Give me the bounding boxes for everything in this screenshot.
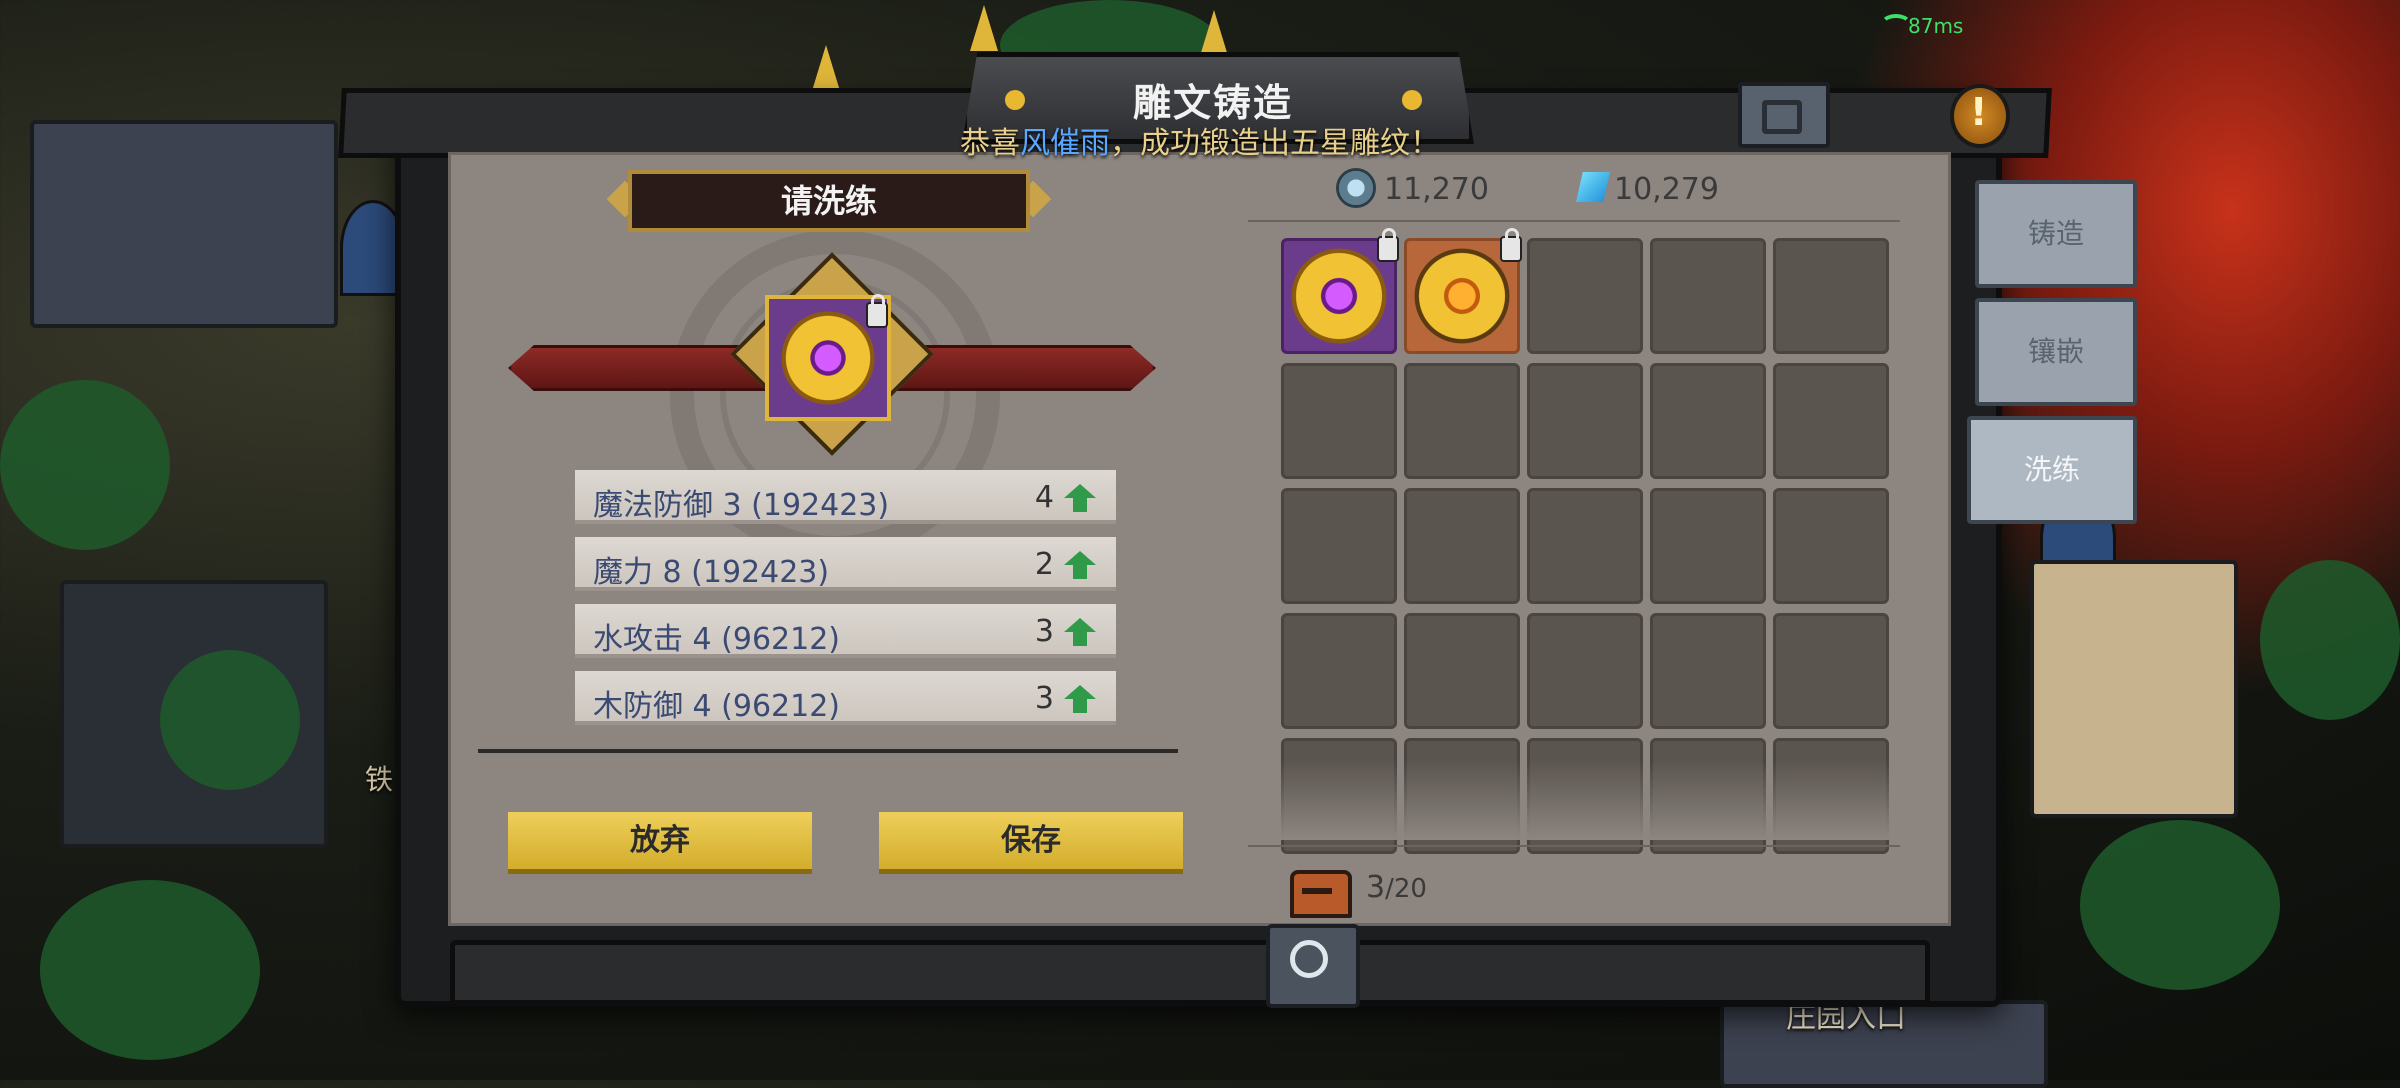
inventory-slot[interactable] xyxy=(1404,363,1520,479)
inventory-slot[interactable] xyxy=(1527,613,1643,729)
inventory-capacity: 3/20 xyxy=(1366,870,1427,905)
stat-row: 魔力 8 (192423) 2 xyxy=(575,537,1116,591)
inventory-slot[interactable] xyxy=(1281,488,1397,604)
map-tree xyxy=(0,380,170,550)
arrow-up-icon xyxy=(1064,618,1096,646)
gem-count: 10,279 xyxy=(1614,172,1719,207)
notice-icon[interactable] xyxy=(1950,84,2010,148)
inventory-top-separator xyxy=(1248,220,1900,222)
tab-forge[interactable]: 铸造 xyxy=(1975,180,2137,288)
inventory-slot[interactable] xyxy=(1773,613,1889,729)
section-divider xyxy=(478,749,1178,753)
capacity-used: 3 xyxy=(1366,870,1386,905)
broadcast-player-name[interactable]: 风催雨 xyxy=(1020,126,1110,161)
map-spike xyxy=(812,45,840,91)
lock-icon xyxy=(866,294,888,328)
inventory-slot[interactable] xyxy=(1650,488,1766,604)
broadcast-prefix: 恭喜 xyxy=(960,126,1020,161)
map-building xyxy=(2030,560,2238,818)
inventory-bottom-separator xyxy=(1248,845,1900,847)
emblem-icon xyxy=(1290,940,1328,978)
map-tree xyxy=(40,880,260,1060)
stat-value: 4 xyxy=(1034,480,1054,515)
map-tree xyxy=(160,650,300,790)
lock-icon xyxy=(1377,228,1399,262)
arrow-up-icon xyxy=(1064,685,1096,713)
stat-label: 魔法防御 3 (192423) xyxy=(593,488,890,523)
inventory-scroll-fade xyxy=(1248,760,1900,840)
coin-count: 11,270 xyxy=(1384,172,1489,207)
ping-readout: 87ms xyxy=(1908,14,1964,38)
inventory-slot[interactable] xyxy=(1650,363,1766,479)
inventory-slot[interactable] xyxy=(1773,488,1889,604)
arrow-up-icon xyxy=(1064,484,1096,512)
stat-label: 水攻击 4 (96212) xyxy=(593,622,841,657)
refine-header: 请洗练 xyxy=(628,170,1030,232)
map-label-left[interactable]: 铁 xyxy=(365,758,393,798)
broadcast-suffix: ，成功锻造出五星雕纹！ xyxy=(1110,126,1440,161)
inventory-slot[interactable] xyxy=(1281,363,1397,479)
orange-rune-icon xyxy=(1410,244,1514,348)
map-spike xyxy=(970,5,998,51)
stat-value: 2 xyxy=(1034,547,1054,582)
map-tree xyxy=(2080,820,2280,990)
arrow-up-icon xyxy=(1064,551,1096,579)
silver-coin-icon xyxy=(1336,168,1376,208)
inventory-slot[interactable] xyxy=(1404,488,1520,604)
capacity-total: /20 xyxy=(1385,874,1427,904)
stat-row: 魔法防御 3 (192423) 4 xyxy=(575,470,1116,524)
chest-icon xyxy=(1290,870,1352,918)
window-bottom-bar xyxy=(450,940,1930,1005)
inventory-slot[interactable] xyxy=(1281,613,1397,729)
abandon-button[interactable]: 放弃 xyxy=(508,812,812,874)
inventory-slot[interactable] xyxy=(1773,238,1889,354)
inventory-slot[interactable] xyxy=(1527,363,1643,479)
share-button[interactable] xyxy=(1738,82,1830,148)
server-broadcast: 恭喜风催雨，成功锻造出五星雕纹！ xyxy=(900,118,1500,162)
inventory-slot[interactable] xyxy=(1650,613,1766,729)
stat-label: 魔力 8 (192423) xyxy=(593,555,830,590)
tab-inlay[interactable]: 镶嵌 xyxy=(1975,298,2137,406)
stat-row: 木防御 4 (96212) 3 xyxy=(575,671,1116,725)
inventory-slot[interactable] xyxy=(1404,613,1520,729)
stat-value: 3 xyxy=(1034,681,1054,716)
purple-rune-icon xyxy=(777,307,879,409)
map-spike xyxy=(1200,10,1228,56)
tab-refine[interactable]: 洗练 xyxy=(1967,416,2137,524)
map-building xyxy=(30,120,338,328)
save-button[interactable]: 保存 xyxy=(879,812,1183,874)
stat-label: 木防御 4 (96212) xyxy=(593,689,841,724)
inventory-slot[interactable] xyxy=(1773,363,1889,479)
stat-value: 3 xyxy=(1034,614,1054,649)
inventory-slot[interactable] xyxy=(1650,238,1766,354)
map-tree xyxy=(2260,560,2400,720)
lock-icon xyxy=(1500,228,1522,262)
inventory-slot[interactable] xyxy=(1527,238,1643,354)
purple-rune-icon xyxy=(1287,244,1391,348)
stat-row: 水攻击 4 (96212) 3 xyxy=(575,604,1116,658)
inventory-slot[interactable] xyxy=(1527,488,1643,604)
